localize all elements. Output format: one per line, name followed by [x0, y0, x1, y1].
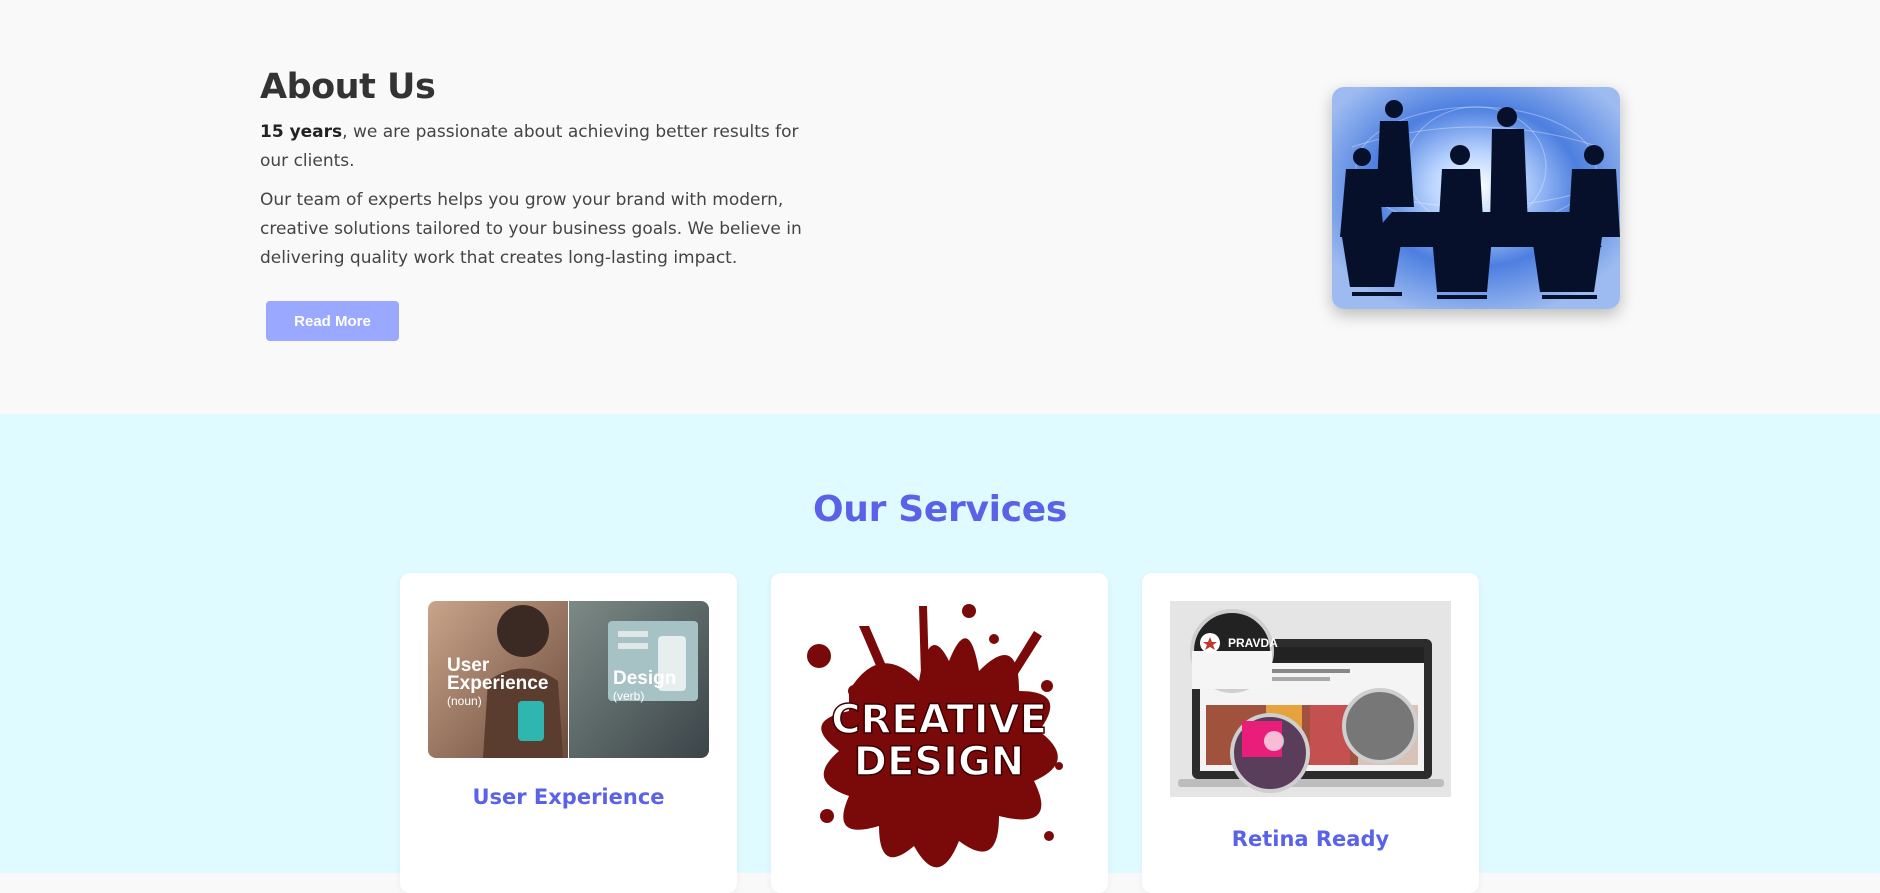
about-text-block: About Us 15 years, we are passionate abo… — [260, 66, 830, 341]
about-title: About Us — [260, 67, 436, 107]
pravda-brand: PRAVDA — [1228, 636, 1278, 650]
service-image-retina-ready: PRAVDA — [1170, 601, 1451, 797]
about-section: About Us 15 years, we are passionate abo… — [0, 0, 1880, 414]
about-image-meeting — [1332, 87, 1620, 309]
ux-label-sub: (noun) — [447, 694, 482, 708]
service-image-creative-design: CREATIVE DESIGN — [799, 601, 1080, 893]
about-paragraph-1: 15 years, we are passionate about achiev… — [260, 118, 830, 176]
service-card-creative-design[interactable]: CREATIVE DESIGN — [771, 573, 1108, 893]
service-card-retina-ready[interactable]: PRAVDA Retina Ready — [1142, 573, 1479, 893]
services-section: Our Services User Experience (noun) Desi… — [0, 414, 1880, 893]
about-highlight: 15 years — [260, 122, 343, 142]
read-more-button[interactable]: Read More — [266, 301, 399, 341]
service-card-user-experience[interactable]: User Experience (noun) Design (verb) Use… — [400, 573, 737, 893]
service-card-title: User Experience — [472, 785, 665, 809]
ux-label: User Experience (noun) — [447, 656, 549, 709]
ux-label-line2: Experience — [447, 673, 549, 694]
service-image-ux-design: User Experience (noun) Design (verb) — [428, 601, 709, 758]
services-title: Our Services — [812, 489, 1067, 530]
about-paragraph-2: Our team of experts helps you grow your … — [260, 190, 802, 268]
design-label: Design (verb) — [613, 668, 677, 704]
design-label-sub: (verb) — [613, 689, 645, 703]
service-card-title: Retina Ready — [1231, 827, 1390, 851]
design-label-line1: Design — [613, 668, 677, 689]
creative-text: CREATIVE — [831, 697, 1047, 743]
design-text: DESIGN — [854, 739, 1025, 785]
